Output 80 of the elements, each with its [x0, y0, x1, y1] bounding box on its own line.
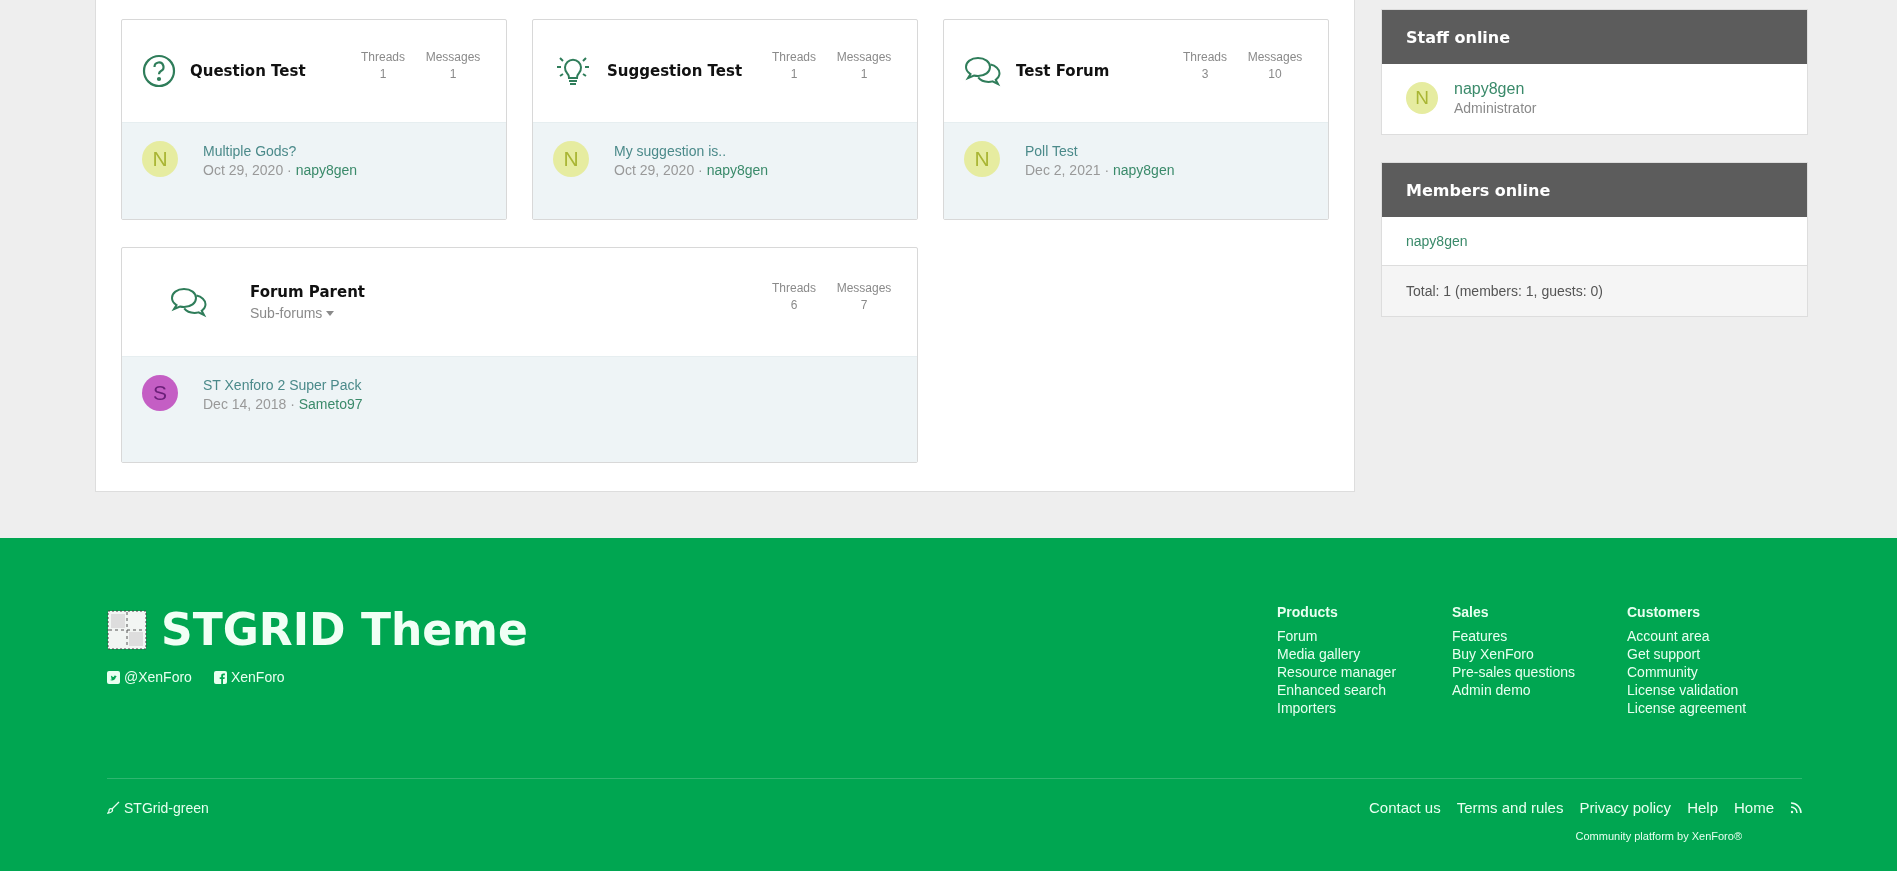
last-post-title[interactable]: Poll Test — [1025, 143, 1175, 159]
grid-logo-icon — [107, 609, 147, 650]
member-link[interactable]: napy8gen — [1406, 233, 1468, 249]
social-link[interactable]: @XenForo — [107, 669, 192, 685]
footer-link[interactable]: Admin demo — [1452, 682, 1627, 698]
last-post-title[interactable]: Multiple Gods? — [203, 143, 358, 159]
author-link[interactable]: napy8gen — [706, 162, 769, 178]
threads-label: Threads — [772, 280, 816, 295]
footer-link[interactable]: Media gallery — [1277, 646, 1452, 662]
author-link[interactable]: Sameto97 — [298, 396, 363, 412]
threads-label: Threads — [361, 49, 405, 64]
footer-link[interactable]: Enhanced search — [1277, 682, 1452, 698]
footer-link[interactable]: Pre-sales questions — [1452, 664, 1627, 680]
author-link[interactable]: napy8gen — [295, 162, 358, 178]
caret-icon — [326, 310, 335, 316]
forum-title[interactable]: Forum Parent — [250, 283, 759, 301]
footer-link[interactable]: Account area — [1627, 628, 1802, 644]
footer-heading: Sales — [1452, 604, 1490, 620]
last-post-date: Dec 2, 2021 · — [1025, 162, 1110, 178]
footer-link[interactable]: Forum — [1277, 628, 1452, 644]
member-link[interactable]: napy8gen — [1454, 80, 1537, 98]
forum-title[interactable]: Suggestion Test — [607, 62, 759, 80]
block-header: Members online — [1382, 163, 1807, 217]
last-post-date: Dec 14, 2018 · — [203, 396, 295, 412]
footer-link[interactable]: Community — [1627, 664, 1802, 680]
messages-count: 7 — [860, 297, 868, 312]
messages-count: 10 — [1268, 66, 1282, 81]
avatar[interactable]: N — [553, 141, 589, 177]
threads-count: 1 — [379, 66, 387, 81]
question-icon — [142, 54, 176, 88]
last-post-title[interactable]: My suggestion is.. — [614, 143, 769, 159]
footer-link[interactable]: Privacy policy — [1579, 799, 1672, 816]
footer-link[interactable]: Resource manager — [1277, 664, 1452, 680]
last-post-date: Oct 29, 2020 · — [614, 162, 703, 178]
footer-link[interactable]: Terms and rules — [1456, 799, 1564, 816]
threads-count: 6 — [790, 297, 798, 312]
messages-count: 1 — [449, 66, 457, 81]
messages-label: Messages — [836, 49, 892, 64]
footer-heading: Products — [1277, 604, 1339, 620]
paintbrush-icon — [107, 801, 120, 814]
messages-label: Messages — [425, 49, 481, 64]
footer-link[interactable]: Features — [1452, 628, 1627, 644]
forum-title[interactable]: Test Forum — [1016, 62, 1170, 80]
avatar[interactable]: N — [1406, 82, 1438, 114]
footer-link[interactable]: Home — [1734, 799, 1774, 816]
avatar[interactable]: S — [142, 375, 178, 411]
twitter-icon — [107, 670, 120, 684]
footer-link[interactable]: Get support — [1627, 646, 1802, 662]
chat-bubbles-icon — [170, 286, 208, 318]
footer-heading: Customers — [1627, 604, 1702, 620]
footer-link[interactable]: Importers — [1277, 700, 1452, 716]
style-chooser-link[interactable]: STGrid-green — [107, 799, 209, 816]
member-role: Administrator — [1454, 100, 1537, 116]
footer-link[interactable]: Help — [1687, 799, 1718, 816]
block-header: Staff online — [1382, 10, 1807, 64]
forum-title[interactable]: Question Test — [190, 62, 348, 80]
footer-link[interactable]: Buy XenForo — [1452, 646, 1627, 662]
footer-link[interactable]: License agreement — [1627, 700, 1802, 716]
threads-count: 1 — [790, 66, 798, 81]
author-link[interactable]: napy8gen — [1112, 162, 1175, 178]
messages-label: Messages — [1247, 49, 1303, 64]
online-total: Total: 1 (members: 1, guests: 0) — [1382, 265, 1807, 316]
social-link[interactable]: XenForo — [213, 669, 285, 685]
site-logo-text[interactable]: STGRID Theme — [161, 604, 528, 655]
chat-bubbles-icon — [964, 55, 1002, 87]
footer-link[interactable]: Contact us — [1369, 799, 1441, 816]
rss-icon[interactable] — [1790, 801, 1802, 814]
last-post-date: Oct 29, 2020 · — [203, 162, 292, 178]
threads-count: 3 — [1201, 66, 1209, 81]
messages-count: 1 — [860, 66, 868, 81]
messages-label: Messages — [836, 280, 892, 295]
threads-label: Threads — [772, 49, 816, 64]
copyright-text: Community platform by XenForo® — [1574, 830, 1743, 842]
avatar[interactable]: N — [142, 141, 178, 177]
sub-forums-dropdown[interactable]: Sub-forums — [250, 305, 335, 321]
last-post-title[interactable]: ST Xenforo 2 Super Pack — [203, 377, 363, 393]
facebook-icon — [213, 670, 227, 684]
threads-label: Threads — [1183, 49, 1227, 64]
avatar[interactable]: N — [964, 141, 1000, 177]
footer-link[interactable]: License validation — [1627, 682, 1802, 698]
